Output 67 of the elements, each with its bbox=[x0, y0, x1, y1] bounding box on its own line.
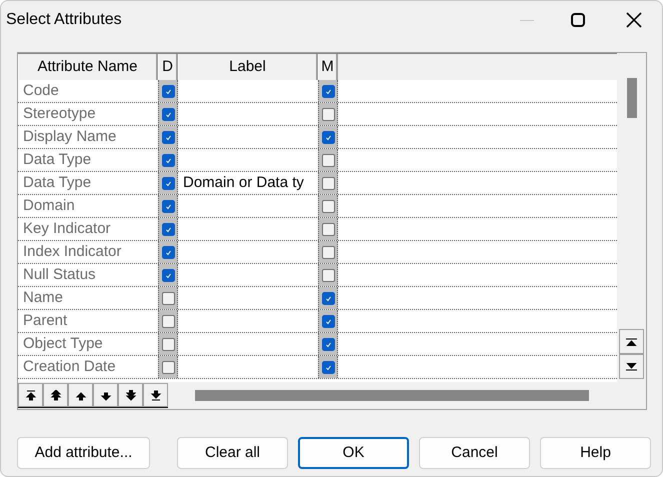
page-down-icon bbox=[124, 390, 136, 400]
dialog-button[interactable]: Help bbox=[540, 437, 651, 469]
attribute-name-cell-text: Creation Date bbox=[22, 356, 117, 377]
scroll-top-icon bbox=[626, 338, 637, 346]
scroll-bottom-icon bbox=[626, 362, 637, 370]
attribute-name-cell-text: Data Type bbox=[22, 150, 92, 170]
attribute-name-cell-text: Stereotype bbox=[22, 104, 97, 124]
checkbox[interactable] bbox=[162, 108, 174, 120]
attribute-name-cell-text: Code bbox=[22, 80, 60, 101]
attribute-name-cell-text: Object Type bbox=[22, 334, 104, 354]
window-title: Select Attributes bbox=[6, 10, 123, 30]
scrollbar-thumb[interactable] bbox=[626, 78, 636, 118]
dialog-button[interactable]: OK bbox=[298, 437, 409, 469]
checkbox[interactable] bbox=[322, 314, 334, 328]
checkbox[interactable] bbox=[162, 222, 174, 236]
attribute-name-cell-text: Key Indicator bbox=[22, 218, 112, 239]
checkbox[interactable] bbox=[162, 246, 174, 258]
checkbox[interactable] bbox=[162, 200, 174, 212]
checkbox[interactable] bbox=[162, 292, 174, 304]
checkbox[interactable] bbox=[162, 84, 174, 98]
attribute-name-cell-text: Parent bbox=[22, 310, 68, 331]
checkbox[interactable] bbox=[322, 222, 334, 236]
checkbox[interactable] bbox=[162, 154, 174, 166]
attribute-name-cell-text: Data Type bbox=[22, 172, 92, 193]
attribute-name-cell-text: Null Status bbox=[22, 264, 97, 285]
checkbox[interactable] bbox=[162, 268, 174, 282]
row-nav-button[interactable] bbox=[118, 383, 143, 407]
dialog-button[interactable]: Clear all bbox=[177, 437, 288, 469]
scroll-bottom-button[interactable] bbox=[619, 354, 644, 379]
checkbox[interactable] bbox=[162, 338, 174, 350]
column-header[interactable]: Label bbox=[178, 54, 318, 80]
checkbox[interactable] bbox=[322, 176, 334, 190]
checkbox[interactable] bbox=[162, 176, 174, 190]
row-nav-button[interactable] bbox=[43, 383, 68, 407]
checkbox[interactable] bbox=[322, 292, 334, 304]
checkbox[interactable] bbox=[322, 200, 334, 212]
attribute-name-cell-text: Name bbox=[22, 288, 64, 308]
checkbox[interactable] bbox=[322, 246, 334, 258]
checkbox[interactable] bbox=[322, 154, 334, 166]
horizontal-scrollbar-thumb[interactable] bbox=[195, 390, 589, 401]
page-up-icon bbox=[50, 390, 62, 400]
checkbox[interactable] bbox=[322, 338, 334, 350]
up-icon bbox=[74, 390, 86, 400]
checkbox[interactable] bbox=[162, 130, 174, 144]
close-icon bbox=[626, 12, 642, 28]
down-icon bbox=[100, 390, 112, 400]
scroll-top-button[interactable] bbox=[619, 329, 644, 354]
checkbox[interactable] bbox=[322, 268, 334, 282]
column-header[interactable]: Attribute Name bbox=[18, 54, 158, 80]
row-nav-button[interactable] bbox=[68, 383, 93, 407]
attribute-name-cell-text: Index Indicator bbox=[22, 242, 122, 262]
checkbox[interactable] bbox=[322, 108, 334, 120]
row-nav-button[interactable] bbox=[93, 383, 118, 407]
label-cell-text: Domain or Data ty bbox=[183, 172, 304, 193]
dialog-button[interactable]: Add attribute... bbox=[17, 437, 150, 469]
checkbox[interactable] bbox=[322, 84, 334, 98]
first-row-icon bbox=[24, 390, 36, 400]
attribute-name-cell-text: Display Name bbox=[22, 126, 118, 147]
last-row-icon bbox=[150, 390, 162, 400]
checkbox[interactable] bbox=[162, 314, 174, 328]
dialog-button[interactable]: Cancel bbox=[419, 437, 530, 469]
checkbox[interactable] bbox=[162, 360, 174, 374]
checkbox[interactable] bbox=[322, 130, 334, 144]
row-nav-button[interactable] bbox=[143, 383, 168, 407]
row-nav-button[interactable] bbox=[18, 383, 43, 407]
checkbox[interactable] bbox=[322, 360, 334, 374]
attribute-name-cell-text: Domain bbox=[22, 196, 76, 216]
